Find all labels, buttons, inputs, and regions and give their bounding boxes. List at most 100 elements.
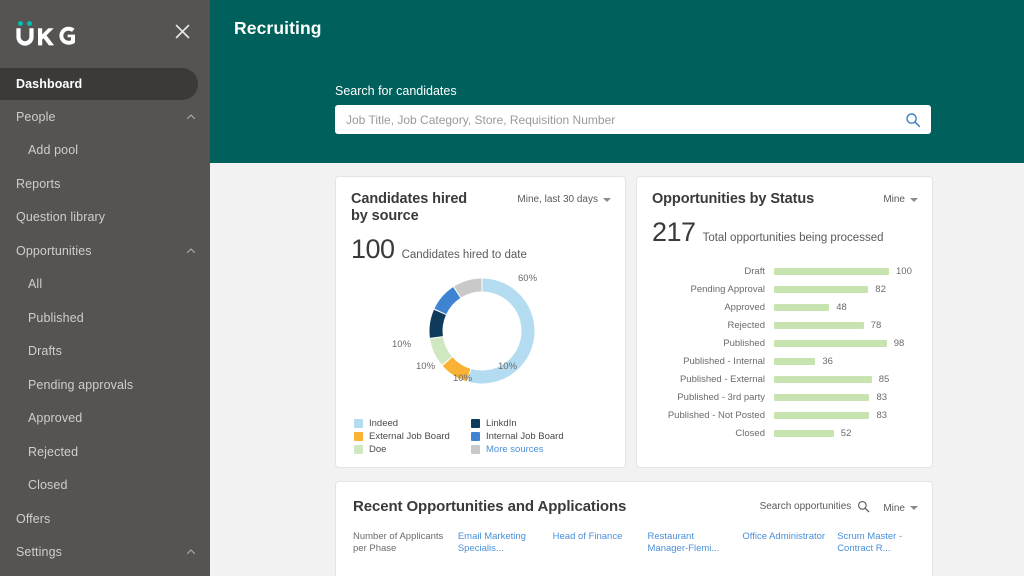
status-bar-track: 98 [774,338,904,349]
sidebar-item-question-library[interactable]: Question library [0,201,210,235]
recent-scope-dropdown[interactable]: Mine [883,500,918,514]
legend-item-linkdin: LinkdIn [471,418,612,429]
search-label: Search for candidates [335,84,457,98]
app-window: Dashboard People Add pool Reports Questi… [0,0,1024,576]
sidebar-item-label: Pending approvals [28,377,134,392]
sidebar-item-label: Rejected [28,444,79,459]
dashboard-body: Candidates hired by source Mine, last 30 … [210,163,1024,576]
status-bar-track: 52 [774,428,851,439]
card-title: Recent Opportunities and Applications [353,498,627,515]
sidebar-item-label: Question library [16,210,106,225]
legend-item-doe: Doe [354,444,471,455]
sidebar: Dashboard People Add pool Reports Questi… [0,0,210,576]
search-icon[interactable] [905,112,921,128]
sidebar-item-offers[interactable]: Offers [0,502,210,536]
status-bar-value: 82 [875,283,886,295]
status-bar-value: 36 [822,355,833,367]
search-opportunities-label: Search opportunities [759,501,852,512]
status-bar-value: 85 [878,373,890,385]
sidebar-item-label: Drafts [28,344,62,359]
sidebar-item-label: Offers [16,511,51,526]
status-bar-chart: Draft 100 Pending Approval 82 Approved 48 Reje… [637,248,932,442]
status-bar-track: 82 [774,284,886,295]
donut-svg [429,278,535,384]
status-bar-track: 83 [774,392,887,403]
sidebar-item-approved[interactable]: Approved [0,402,210,436]
donut-segment-doe[interactable] [430,336,453,365]
sidebar-item-label: Published [28,310,84,325]
legend-item-indeed: Indeed [354,418,471,429]
sidebar-item-label: Closed [28,478,68,493]
legend-swatch [471,432,480,441]
status-bar-fill [774,285,869,293]
status-bar-track: 78 [774,320,881,331]
legend-label: Indeed [369,418,399,429]
status-kpi: 217 Total opportunities being processed [637,208,932,248]
legend-label: Doe [369,444,387,455]
donut-segment-internal-job-board[interactable] [434,287,461,315]
status-bar-track: 36 [774,356,833,367]
sidebar-item-label: Approved [28,411,83,426]
card-header: Candidates hired by source Mine, last 30 … [336,177,625,225]
recent-opportunity-link[interactable]: Office Administrator [742,531,837,555]
page-title: Recruiting [234,18,322,38]
search-box[interactable] [335,105,931,134]
status-bar-fill [774,375,872,383]
sidebar-item-add-pool[interactable]: Add pool [0,134,210,168]
donut-pct-indeed: 60% [518,273,538,284]
legend-item-more-sources[interactable]: More sources [471,444,612,455]
donut-chart: 60% 10% 10% 10% 10% [336,269,625,409]
status-bar-fill [774,357,816,365]
donut-pct-linkdin: 10% [453,373,473,384]
sidebar-item-label: Reports [16,176,61,191]
sidebar-item-rejected[interactable]: Rejected [0,435,210,469]
status-bar-fill [774,411,870,419]
status-bar-value: 78 [870,319,882,331]
sidebar-item-all[interactable]: All [0,268,210,302]
donut-range-dropdown[interactable]: Mine, last 30 days [517,191,611,205]
legend-swatch [354,445,363,454]
sidebar-item-opportunities[interactable]: Opportunities [0,234,210,268]
recent-opportunity-link[interactable]: Email Marketing Specialis... [458,531,553,555]
legend-label: LinkdIn [486,418,517,429]
recent-opportunity-link[interactable]: Head of Finance [553,531,648,555]
sidebar-item-closed[interactable]: Closed [0,469,210,503]
status-bar-fill [774,321,864,329]
recent-opportunity-link[interactable]: Scrum Master - Contract R... [837,531,932,555]
donut-segment-more-sources[interactable] [454,278,482,298]
legend-swatch [354,419,363,428]
ukg-logo [14,16,76,46]
donut-segment-linkdin[interactable] [429,309,447,338]
card-title: Candidates hired by source [351,191,468,224]
recent-opportunity-link[interactable]: Restaurant Manager-Flemi... [648,531,743,555]
sidebar-item-pending-approvals[interactable]: Pending approvals [0,368,210,402]
card-header: Recent Opportunities and Applications Se… [336,482,932,515]
sidebar-item-drafts[interactable]: Drafts [0,335,210,369]
dropdown-label: Mine, last 30 days [517,194,598,205]
candidate-search: Search for candidates [335,84,931,134]
status-bar-row: Draft 100 [637,262,932,280]
search-input[interactable] [346,112,905,127]
status-bar-row: Published - Not Posted 83 [637,406,932,424]
status-bar-row: Published - 3rd party 83 [637,388,932,406]
status-bar-row: Pending Approval 82 [637,280,932,298]
donut-kpi: 100 Candidates hired to date [336,225,625,265]
sidebar-item-reports[interactable]: Reports [0,167,210,201]
status-scope-dropdown[interactable]: Mine [883,191,918,205]
sidebar-item-settings[interactable]: Settings [0,536,210,570]
sidebar-item-dashboard[interactable]: Dashboard [0,68,198,100]
sidebar-item-label: Opportunities [16,243,92,258]
search-icon[interactable] [857,500,870,513]
close-icon[interactable] [170,19,194,43]
legend-swatch [471,445,480,454]
status-bar-value: 100 [896,265,912,277]
donut-pct-internal: 10% [498,361,518,372]
status-bar-label: Published - 3rd party [677,391,765,403]
recent-column-header: Number of Applicants per Phase [353,531,444,554]
search-opportunities-button[interactable]: Search opportunities [760,500,871,513]
legend-label: External Job Board [369,431,450,442]
sidebar-item-published[interactable]: Published [0,301,210,335]
sidebar-item-people[interactable]: People [0,100,210,134]
card-opportunities-by-status: Opportunities by Status Mine 217 Total o… [636,176,933,468]
sidebar-item-label: All [28,277,43,292]
